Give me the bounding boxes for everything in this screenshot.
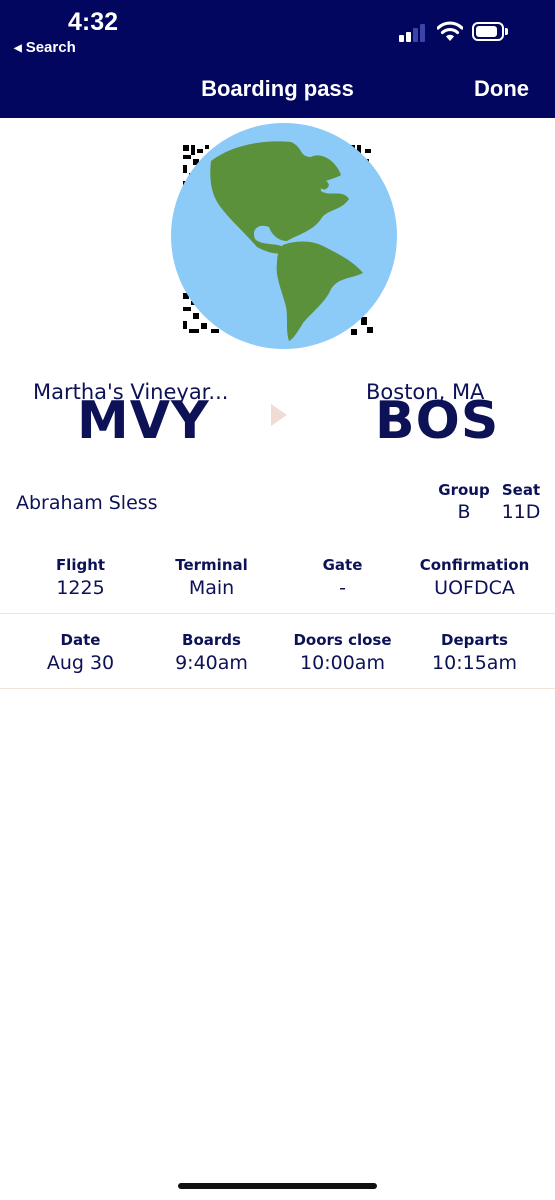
done-button[interactable]: Done xyxy=(474,76,529,102)
doors-close-value: 10:00am xyxy=(300,652,385,674)
origin-code: MVY xyxy=(77,391,210,451)
page-title: Boarding pass xyxy=(201,76,354,101)
destination-code: BOS xyxy=(375,391,500,451)
departs-label: Departs xyxy=(441,631,508,649)
date-value: Aug 30 xyxy=(46,652,115,674)
status-time: 4:32 xyxy=(68,8,119,36)
terminal-value: Main xyxy=(188,577,235,599)
divider xyxy=(0,613,555,614)
departs-value: 10:15am xyxy=(432,652,517,674)
flight-value: 1225 xyxy=(56,577,105,599)
battery-tip xyxy=(505,28,508,35)
group-label: Group xyxy=(438,481,490,499)
back-to-search-label: Search xyxy=(25,39,76,56)
date-label: Date xyxy=(60,631,101,649)
divider xyxy=(0,688,555,689)
confirmation-value: UOFDCA xyxy=(434,577,515,599)
route-arrow-icon xyxy=(271,404,287,426)
flight-label: Flight xyxy=(55,556,106,574)
passenger-name: Abraham Sless xyxy=(16,492,158,514)
home-indicator[interactable] xyxy=(178,1183,377,1189)
wifi-icon xyxy=(437,21,463,41)
gate-label: Gate xyxy=(322,556,363,574)
back-to-search-button[interactable]: ◀ Search xyxy=(14,39,76,56)
confirmation-label: Confirmation xyxy=(419,556,530,574)
header: 4:32 ◀ Search Boarding pass Done xyxy=(0,0,555,118)
gate-value: - xyxy=(339,577,346,599)
battery-icon xyxy=(472,22,504,41)
seat-label: Seat xyxy=(501,481,541,499)
seat-value: 11D xyxy=(501,501,541,523)
back-arrow-icon: ◀ xyxy=(14,43,22,54)
boards-value: 9:40am xyxy=(175,652,248,674)
doors-close-label: Doors close xyxy=(293,631,392,649)
boards-label: Boards xyxy=(182,631,241,649)
globe-icon xyxy=(171,123,397,349)
signal-icon xyxy=(399,24,429,42)
group-value: B xyxy=(457,501,471,523)
terminal-label: Terminal xyxy=(175,556,248,574)
